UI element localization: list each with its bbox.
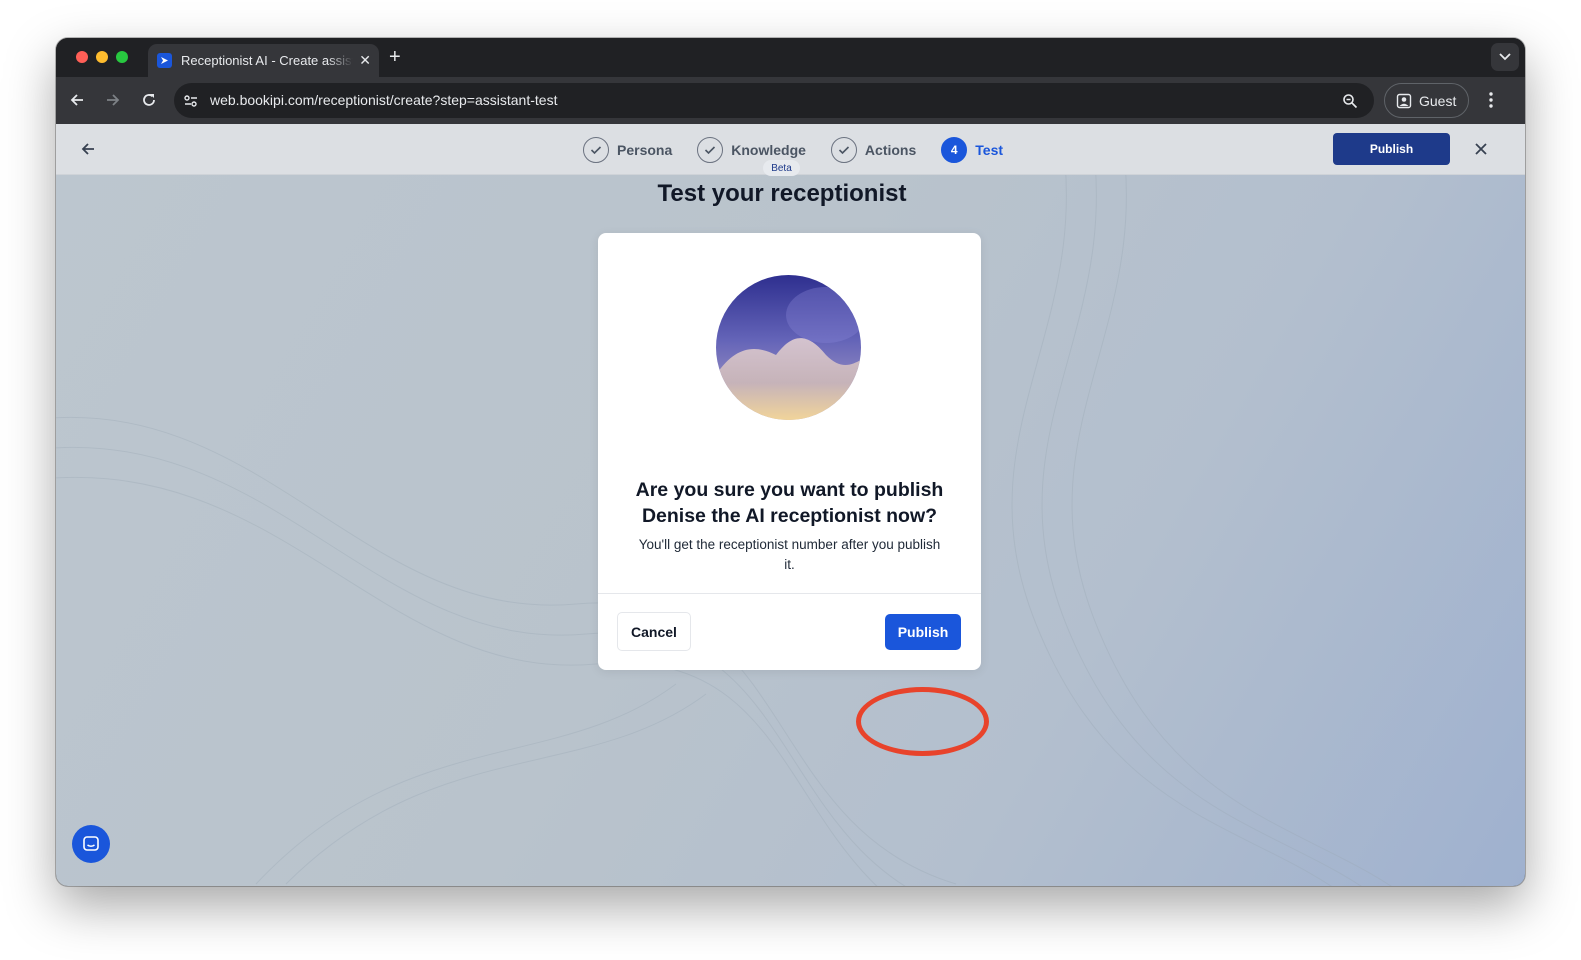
tab-title: Receptionist AI - Create assistant	[181, 53, 353, 68]
cancel-button[interactable]: Cancel	[617, 612, 691, 651]
close-window-button[interactable]	[76, 51, 88, 63]
reload-icon[interactable]	[139, 90, 159, 110]
step-label: Actions	[864, 141, 917, 158]
step-persona[interactable]: Persona	[583, 136, 673, 163]
dialog-divider	[598, 593, 981, 594]
publish-highlight-annotation	[856, 687, 989, 756]
header-publish-button[interactable]: Publish	[1333, 133, 1450, 165]
browser-toolbar: web.bookipi.com/receptionist/create?step…	[56, 77, 1525, 124]
profile-icon	[1396, 93, 1412, 108]
back-arrow-icon[interactable]	[78, 139, 98, 159]
minimize-window-button[interactable]	[96, 51, 108, 63]
wizard-stepper: Persona Knowledge Actions 4 Test	[583, 136, 1028, 163]
step-number: 4	[941, 136, 968, 163]
step-knowledge[interactable]: Knowledge	[697, 136, 806, 163]
step-label: Knowledge	[731, 141, 806, 158]
check-icon	[583, 136, 609, 163]
zoom-icon[interactable]	[1340, 91, 1360, 111]
step-actions[interactable]: Actions	[830, 136, 917, 163]
address-bar[interactable]: web.bookipi.com/receptionist/create?step…	[174, 83, 1374, 118]
dialog-heading: Are you sure you want to publish Denise …	[635, 479, 944, 527]
page-content: Persona Knowledge Actions 4 Test Publish…	[56, 124, 1525, 886]
browser-window: Receptionist AI - Create assistant ✕ + w…	[56, 38, 1525, 886]
check-icon	[830, 136, 857, 163]
support-chat-button[interactable]	[72, 825, 110, 863]
beta-badge: Beta	[763, 160, 800, 176]
tab-search-button[interactable]	[1491, 43, 1519, 71]
receptionist-avatar	[716, 275, 861, 420]
browser-tab[interactable]: Receptionist AI - Create assistant ✕	[148, 44, 379, 77]
url-text: web.bookipi.com/receptionist/create?step…	[210, 92, 558, 108]
check-icon	[697, 136, 724, 163]
tab-close-icon[interactable]: ✕	[359, 52, 371, 68]
tab-strip: Receptionist AI - Create assistant ✕ +	[56, 38, 1525, 77]
dialog-body-text: You'll get the receptionist number after…	[638, 537, 941, 572]
profile-label: Guest	[1419, 92, 1457, 109]
step-label: Persona	[617, 141, 673, 158]
chevron-down-icon	[1499, 53, 1511, 61]
profile-button[interactable]: Guest	[1384, 83, 1469, 118]
chat-icon	[83, 836, 99, 851]
close-icon[interactable]	[1471, 139, 1491, 159]
back-arrow-icon[interactable]	[67, 90, 87, 110]
site-settings-icon[interactable]	[181, 91, 201, 111]
step-label: Test	[975, 141, 1004, 158]
page-title: Test your receptionist	[657, 180, 907, 207]
maximize-window-button[interactable]	[116, 51, 128, 63]
forward-arrow-icon[interactable]	[103, 90, 123, 110]
publish-button[interactable]: Publish	[885, 614, 961, 650]
new-tab-icon[interactable]: +	[389, 46, 401, 68]
kebab-menu-icon[interactable]	[1481, 90, 1501, 110]
step-test[interactable]: 4 Test	[941, 136, 1004, 163]
publish-confirm-dialog: Are you sure you want to publish Denise …	[598, 233, 981, 670]
bookipi-favicon-icon	[157, 53, 172, 68]
